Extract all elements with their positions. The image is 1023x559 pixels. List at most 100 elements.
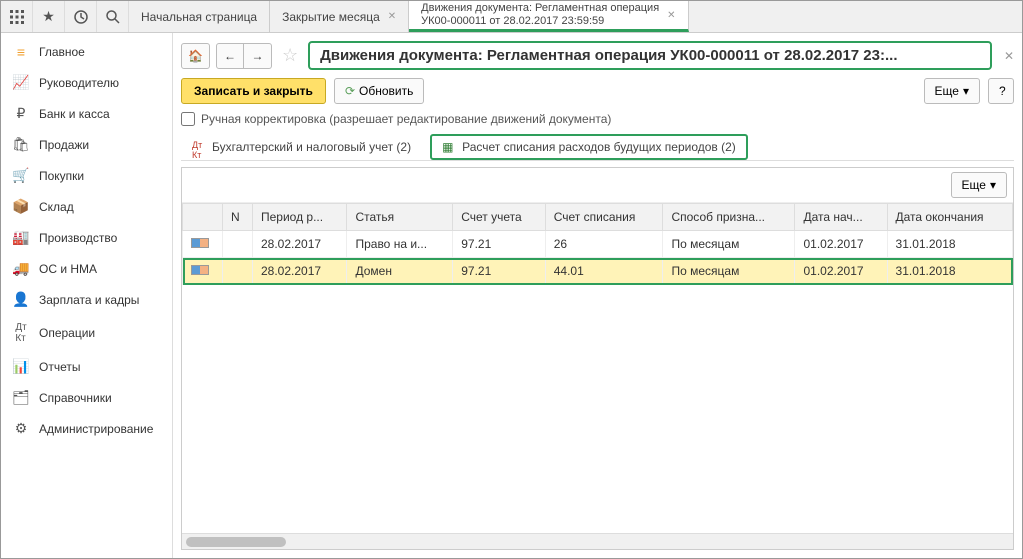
sidebar-item-label: Администрирование [39, 422, 153, 436]
sidebar-item-label: Справочники [39, 391, 112, 405]
person-icon: 👤 [11, 291, 31, 308]
record-icon [191, 265, 209, 275]
history-icon[interactable] [65, 1, 97, 32]
chevron-down-icon: ▾ [963, 84, 969, 98]
manual-edit-label: Ручная корректировка (разрешает редактир… [201, 112, 611, 126]
sidebar-item-salary[interactable]: 👤 Зарплата и кадры [1, 284, 172, 315]
cell-writeoff: 44.01 [545, 258, 663, 285]
help-button[interactable]: ? [988, 78, 1014, 104]
cell-account: 97.21 [453, 231, 546, 258]
col-article[interactable]: Статья [347, 204, 453, 231]
record-icon [191, 238, 209, 248]
refresh-button[interactable]: ⟳ Обновить [334, 78, 424, 104]
cell-method: По месяцам [663, 258, 795, 285]
subtab-deferred-expenses[interactable]: ▦ Расчет списания расходов будущих перио… [430, 134, 748, 160]
tab-label: Закрытие месяца [282, 10, 380, 24]
refresh-label: Обновить [359, 84, 413, 98]
sidebar-item-label: ОС и НМА [39, 262, 97, 276]
table-row[interactable]: 28.02.2017 Домен 97.21 44.01 По месяцам … [183, 258, 1013, 285]
close-icon[interactable]: ✕ [388, 11, 396, 22]
sidebar-item-production[interactable]: 🏭Производство [1, 222, 172, 253]
reports-icon: 📊 [11, 358, 31, 375]
sidebar-item-label: Отчеты [39, 360, 80, 374]
save-close-button[interactable]: Записать и закрыть [181, 78, 326, 104]
sidebar-item-catalogs[interactable]: 🗂Справочники [1, 382, 172, 413]
close-icon[interactable]: ✕ [1004, 49, 1014, 63]
subtab-label: Расчет списания расходов будущих периодо… [462, 140, 736, 154]
sidebar-item-manager[interactable]: 📈Руководителю [1, 67, 172, 98]
cell-method: По месяцам [663, 231, 795, 258]
chevron-down-icon: ▾ [990, 178, 996, 192]
cell-account: 97.21 [453, 258, 546, 285]
ruble-icon: ₽ [11, 105, 31, 122]
cell-period: 28.02.2017 [253, 258, 347, 285]
sidebar-item-warehouse[interactable]: 📦 Склад [1, 191, 172, 222]
col-period[interactable]: Период р... [253, 204, 347, 231]
col-end[interactable]: Дата окончания [887, 204, 1012, 231]
cell-article: Домен [347, 258, 453, 285]
cell-article: Право на и... [347, 231, 453, 258]
sidebar-item-label: Банк и касса [39, 107, 110, 121]
cell-start: 01.02.2017 [795, 258, 887, 285]
sidebar-item-sales[interactable]: 🛍 Продажи [1, 129, 172, 160]
star-icon[interactable]: ☆ [282, 45, 298, 66]
favorite-icon[interactable]: ★ [33, 1, 65, 32]
sidebar-item-label: Операции [39, 326, 95, 340]
sidebar-item-label: Руководителю [39, 76, 119, 90]
briefcase-icon: 🛍 [11, 136, 31, 153]
tab-label: Начальная страница [141, 10, 257, 24]
col-writeoff[interactable]: Счет списания [545, 204, 663, 231]
col-n[interactable]: N [223, 204, 253, 231]
tab-home[interactable]: Начальная страница [129, 1, 270, 32]
col-account[interactable]: Счет учета [453, 204, 546, 231]
more-button[interactable]: Еще ▾ [924, 78, 980, 104]
horizontal-scrollbar[interactable] [182, 533, 1013, 549]
apps-icon[interactable] [1, 1, 33, 32]
col-start[interactable]: Дата нач... [795, 204, 887, 231]
tab-month-close[interactable]: Закрытие месяца ✕ [270, 1, 409, 32]
factory-icon: 🏭 [11, 229, 31, 246]
table-row[interactable]: 28.02.2017 Право на и... 97.21 26 По мес… [183, 231, 1013, 258]
sidebar-item-bank[interactable]: ₽ Банк и касса [1, 98, 172, 129]
command-bar: Записать и закрыть ⟳ Обновить Еще ▾ ? [181, 78, 1014, 104]
col-method[interactable]: Способ призна... [663, 204, 795, 231]
tab-document-movements[interactable]: Движения документа: Регламентная операци… [409, 1, 688, 32]
sidebar-item-purchases[interactable]: 🛒Покупки [1, 160, 172, 191]
content: 🏠 ← → ☆ Движения документа: Регламентная… [173, 33, 1022, 558]
menu-icon: ≡ [11, 44, 31, 60]
search-icon[interactable] [97, 1, 129, 32]
grid-icon: ▦ [442, 140, 456, 154]
home-button[interactable]: 🏠 [181, 43, 210, 69]
data-table: N Период р... Статья Счет учета Счет спи… [182, 203, 1013, 285]
gear-icon: ⚙ [11, 420, 31, 437]
scrollbar-thumb[interactable] [186, 537, 286, 547]
cell-n [223, 231, 253, 258]
manual-edit-checkbox[interactable] [181, 112, 195, 126]
close-icon[interactable]: ✕ [667, 10, 675, 21]
sidebar-item-admin[interactable]: ⚙ Администрирование [1, 413, 172, 444]
table-more-button[interactable]: Еще ▾ [951, 172, 1007, 198]
sidebar-item-label: Продажи [39, 138, 89, 152]
top-toolbar: ★ Начальная страница Закрытие месяца ✕ Д… [1, 1, 1022, 33]
manual-edit-row: Ручная корректировка (разрешает редактир… [181, 112, 1014, 126]
table-area: Еще ▾ N Период р... Статья Счет учета [181, 167, 1014, 550]
col-icon[interactable] [183, 204, 223, 231]
operations-icon: ДтКт [11, 322, 31, 344]
sidebar-item-operations[interactable]: ДтКт Операции [1, 315, 172, 351]
sidebar-item-label: Главное [39, 45, 85, 59]
sidebar-item-assets[interactable]: 🚚ОС и НМА [1, 253, 172, 284]
cell-end: 31.01.2018 [887, 258, 1012, 285]
more-label: Еще [935, 84, 959, 98]
warehouse-icon: 📦 [11, 198, 31, 215]
sidebar-item-label: Склад [39, 200, 74, 214]
subtab-label: Бухгалтерский и налоговый учет (2) [212, 140, 411, 154]
cart-icon: 🛒 [11, 167, 31, 184]
subtab-accounting[interactable]: ДтКт Бухгалтерский и налоговый учет (2) [181, 134, 422, 160]
cell-period: 28.02.2017 [253, 231, 347, 258]
forward-button[interactable]: → [244, 43, 272, 69]
cell-writeoff: 26 [545, 231, 663, 258]
sidebar-item-label: Зарплата и кадры [39, 293, 139, 307]
back-button[interactable]: ← [216, 43, 244, 69]
sidebar-item-main[interactable]: ≡ Главное [1, 37, 172, 67]
sidebar-item-reports[interactable]: 📊 Отчеты [1, 351, 172, 382]
